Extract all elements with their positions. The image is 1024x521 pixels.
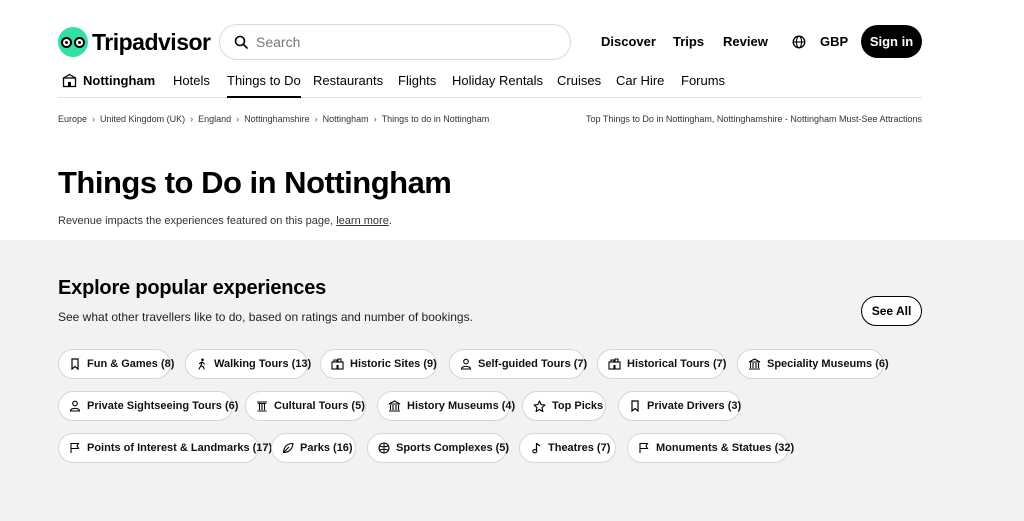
owl-logo-icon <box>58 27 88 57</box>
location-link[interactable]: Nottingham <box>62 73 155 98</box>
tab-restaurants[interactable]: Restaurants <box>313 73 383 98</box>
pill-points-of-interest[interactable]: Points of Interest & Landmarks (17) <box>58 433 272 463</box>
music-note-icon <box>532 442 541 454</box>
pill-label: Top Picks <box>552 400 604 412</box>
landmark-icon <box>331 358 344 370</box>
pill-label: Self-guided Tours (7) <box>478 358 588 370</box>
pill-parks[interactable]: Parks (16) <box>271 433 356 463</box>
breadcrumb-england[interactable]: England <box>198 114 231 124</box>
tab-hotels[interactable]: Hotels <box>173 73 210 98</box>
breadcrumb-separator: › <box>236 114 240 124</box>
pill-label: History Museums (4) <box>407 400 516 412</box>
revenue-disclaimer: Revenue impacts the experiences featured… <box>58 215 392 227</box>
tripadvisor-logo[interactable]: Tripadvisor <box>58 27 211 57</box>
column-icon <box>257 401 267 412</box>
pill-label: Monuments & Statues (32) <box>656 442 795 454</box>
breadcrumb: Europe › United Kingdom (UK) › England › No… <box>58 114 489 124</box>
search-box[interactable] <box>219 24 571 60</box>
pill-theatres[interactable]: Theatres (7) <box>519 433 616 463</box>
site-header: Tripadvisor Discover Trips Review GBP Si… <box>0 0 1024 70</box>
person-icon <box>69 400 81 412</box>
bookmark-icon <box>71 358 79 370</box>
breadcrumb-europe[interactable]: Europe <box>58 114 87 124</box>
museum-icon <box>748 358 761 370</box>
ball-icon <box>378 442 390 454</box>
tab-forums[interactable]: Forums <box>681 73 725 98</box>
nav-trips[interactable]: Trips <box>673 34 704 49</box>
pill-label: Walking Tours (13) <box>214 358 312 370</box>
tab-car-hire[interactable]: Car Hire <box>616 73 664 98</box>
pill-label: Points of Interest & Landmarks (17) <box>87 442 273 454</box>
tab-things-to-do[interactable]: Things to Do <box>227 73 301 98</box>
pill-monuments-statues[interactable]: Monuments & Statues (32) <box>627 433 794 463</box>
breadcrumb-current: Things to do in Nottingham <box>381 114 490 124</box>
pill-label: Historic Sites (9) <box>350 358 437 370</box>
pill-label: Private Sightseeing Tours (6) <box>87 400 239 412</box>
pill-speciality-museums[interactable]: Speciality Museums (6) <box>737 349 889 379</box>
nav-review[interactable]: Review <box>723 34 768 49</box>
popular-experiences-section: Explore popular experiences See what oth… <box>0 240 1024 521</box>
pill-label: Sports Complexes (5) <box>396 442 510 454</box>
disclaimer-text: Revenue impacts the experiences featured… <box>58 215 337 227</box>
pill-private-drivers[interactable]: Private Drivers (3) <box>618 391 741 421</box>
search-input[interactable] <box>256 34 536 50</box>
logo-text: Tripadvisor <box>92 28 211 55</box>
disclaimer-end: . <box>388 215 392 227</box>
breadcrumb-separator: › <box>190 114 194 124</box>
pill-label: Cultural Tours (5) <box>274 400 365 412</box>
person-icon <box>460 358 472 370</box>
pill-sports-complexes[interactable]: Sports Complexes (5) <box>367 433 510 463</box>
flag-icon <box>639 442 649 453</box>
category-nav: Nottingham Hotels Things to Do Restauran… <box>58 70 922 98</box>
star-icon <box>533 399 546 412</box>
pill-label: Parks (16) <box>300 442 353 454</box>
tab-flights[interactable]: Flights <box>398 73 436 98</box>
pill-label: Theatres (7) <box>548 442 611 454</box>
walker-icon <box>198 358 206 370</box>
page-title: Things to Do in Nottingham <box>58 165 452 200</box>
city-icon <box>62 73 77 88</box>
page-subheading: Top Things to Do in Nottingham, Nottingh… <box>586 114 922 124</box>
globe-icon[interactable] <box>792 35 806 49</box>
pill-label: Historical Tours (7) <box>627 358 727 370</box>
breadcrumb-separator: › <box>373 114 377 124</box>
tab-cruises[interactable]: Cruises <box>557 73 601 98</box>
see-all-button[interactable]: See All <box>861 296 922 326</box>
pill-top-picks[interactable]: Top Picks <box>522 391 606 421</box>
flag-icon <box>70 442 80 453</box>
tab-holiday-rentals[interactable]: Holiday Rentals <box>452 73 543 98</box>
bookmark-icon <box>631 400 639 412</box>
section-subtitle: See what other travellers like to do, ba… <box>58 310 473 324</box>
pill-self-guided-tours[interactable]: Self-guided Tours (7) <box>449 349 588 379</box>
breadcrumb-uk[interactable]: United Kingdom (UK) <box>100 114 185 124</box>
breadcrumb-separator: › <box>314 114 318 124</box>
currency-selector[interactable]: GBP <box>820 34 848 49</box>
museum-icon <box>388 400 401 412</box>
breadcrumb-nottinghamshire[interactable]: Nottinghamshire <box>244 114 310 124</box>
pill-label: Fun & Games (8) <box>87 358 175 370</box>
pill-fun-games[interactable]: Fun & Games (8) <box>58 349 175 379</box>
leaf-icon <box>282 442 294 454</box>
breadcrumb-nottingham[interactable]: Nottingham <box>323 114 369 124</box>
nav-discover[interactable]: Discover <box>601 34 656 49</box>
learn-more-link[interactable]: learn more <box>336 215 389 227</box>
pill-cultural-tours[interactable]: Cultural Tours (5) <box>245 391 366 421</box>
breadcrumb-separator: › <box>92 114 96 124</box>
pill-history-museums[interactable]: History Museums (4) <box>377 391 515 421</box>
pill-label: Private Drivers (3) <box>647 400 742 412</box>
pill-private-sightseeing-tours[interactable]: Private Sightseeing Tours (6) <box>58 391 238 421</box>
pill-historical-tours[interactable]: Historical Tours (7) <box>597 349 727 379</box>
search-icon <box>234 35 248 49</box>
sign-in-button[interactable]: Sign in <box>861 25 922 58</box>
pill-walking-tours[interactable]: Walking Tours (13) <box>185 349 312 379</box>
section-title: Explore popular experiences <box>58 277 327 299</box>
pill-label: Speciality Museums (6) <box>767 358 889 370</box>
location-name: Nottingham <box>83 73 156 88</box>
landmark-icon <box>608 358 621 370</box>
pill-historic-sites[interactable]: Historic Sites (9) <box>320 349 437 379</box>
